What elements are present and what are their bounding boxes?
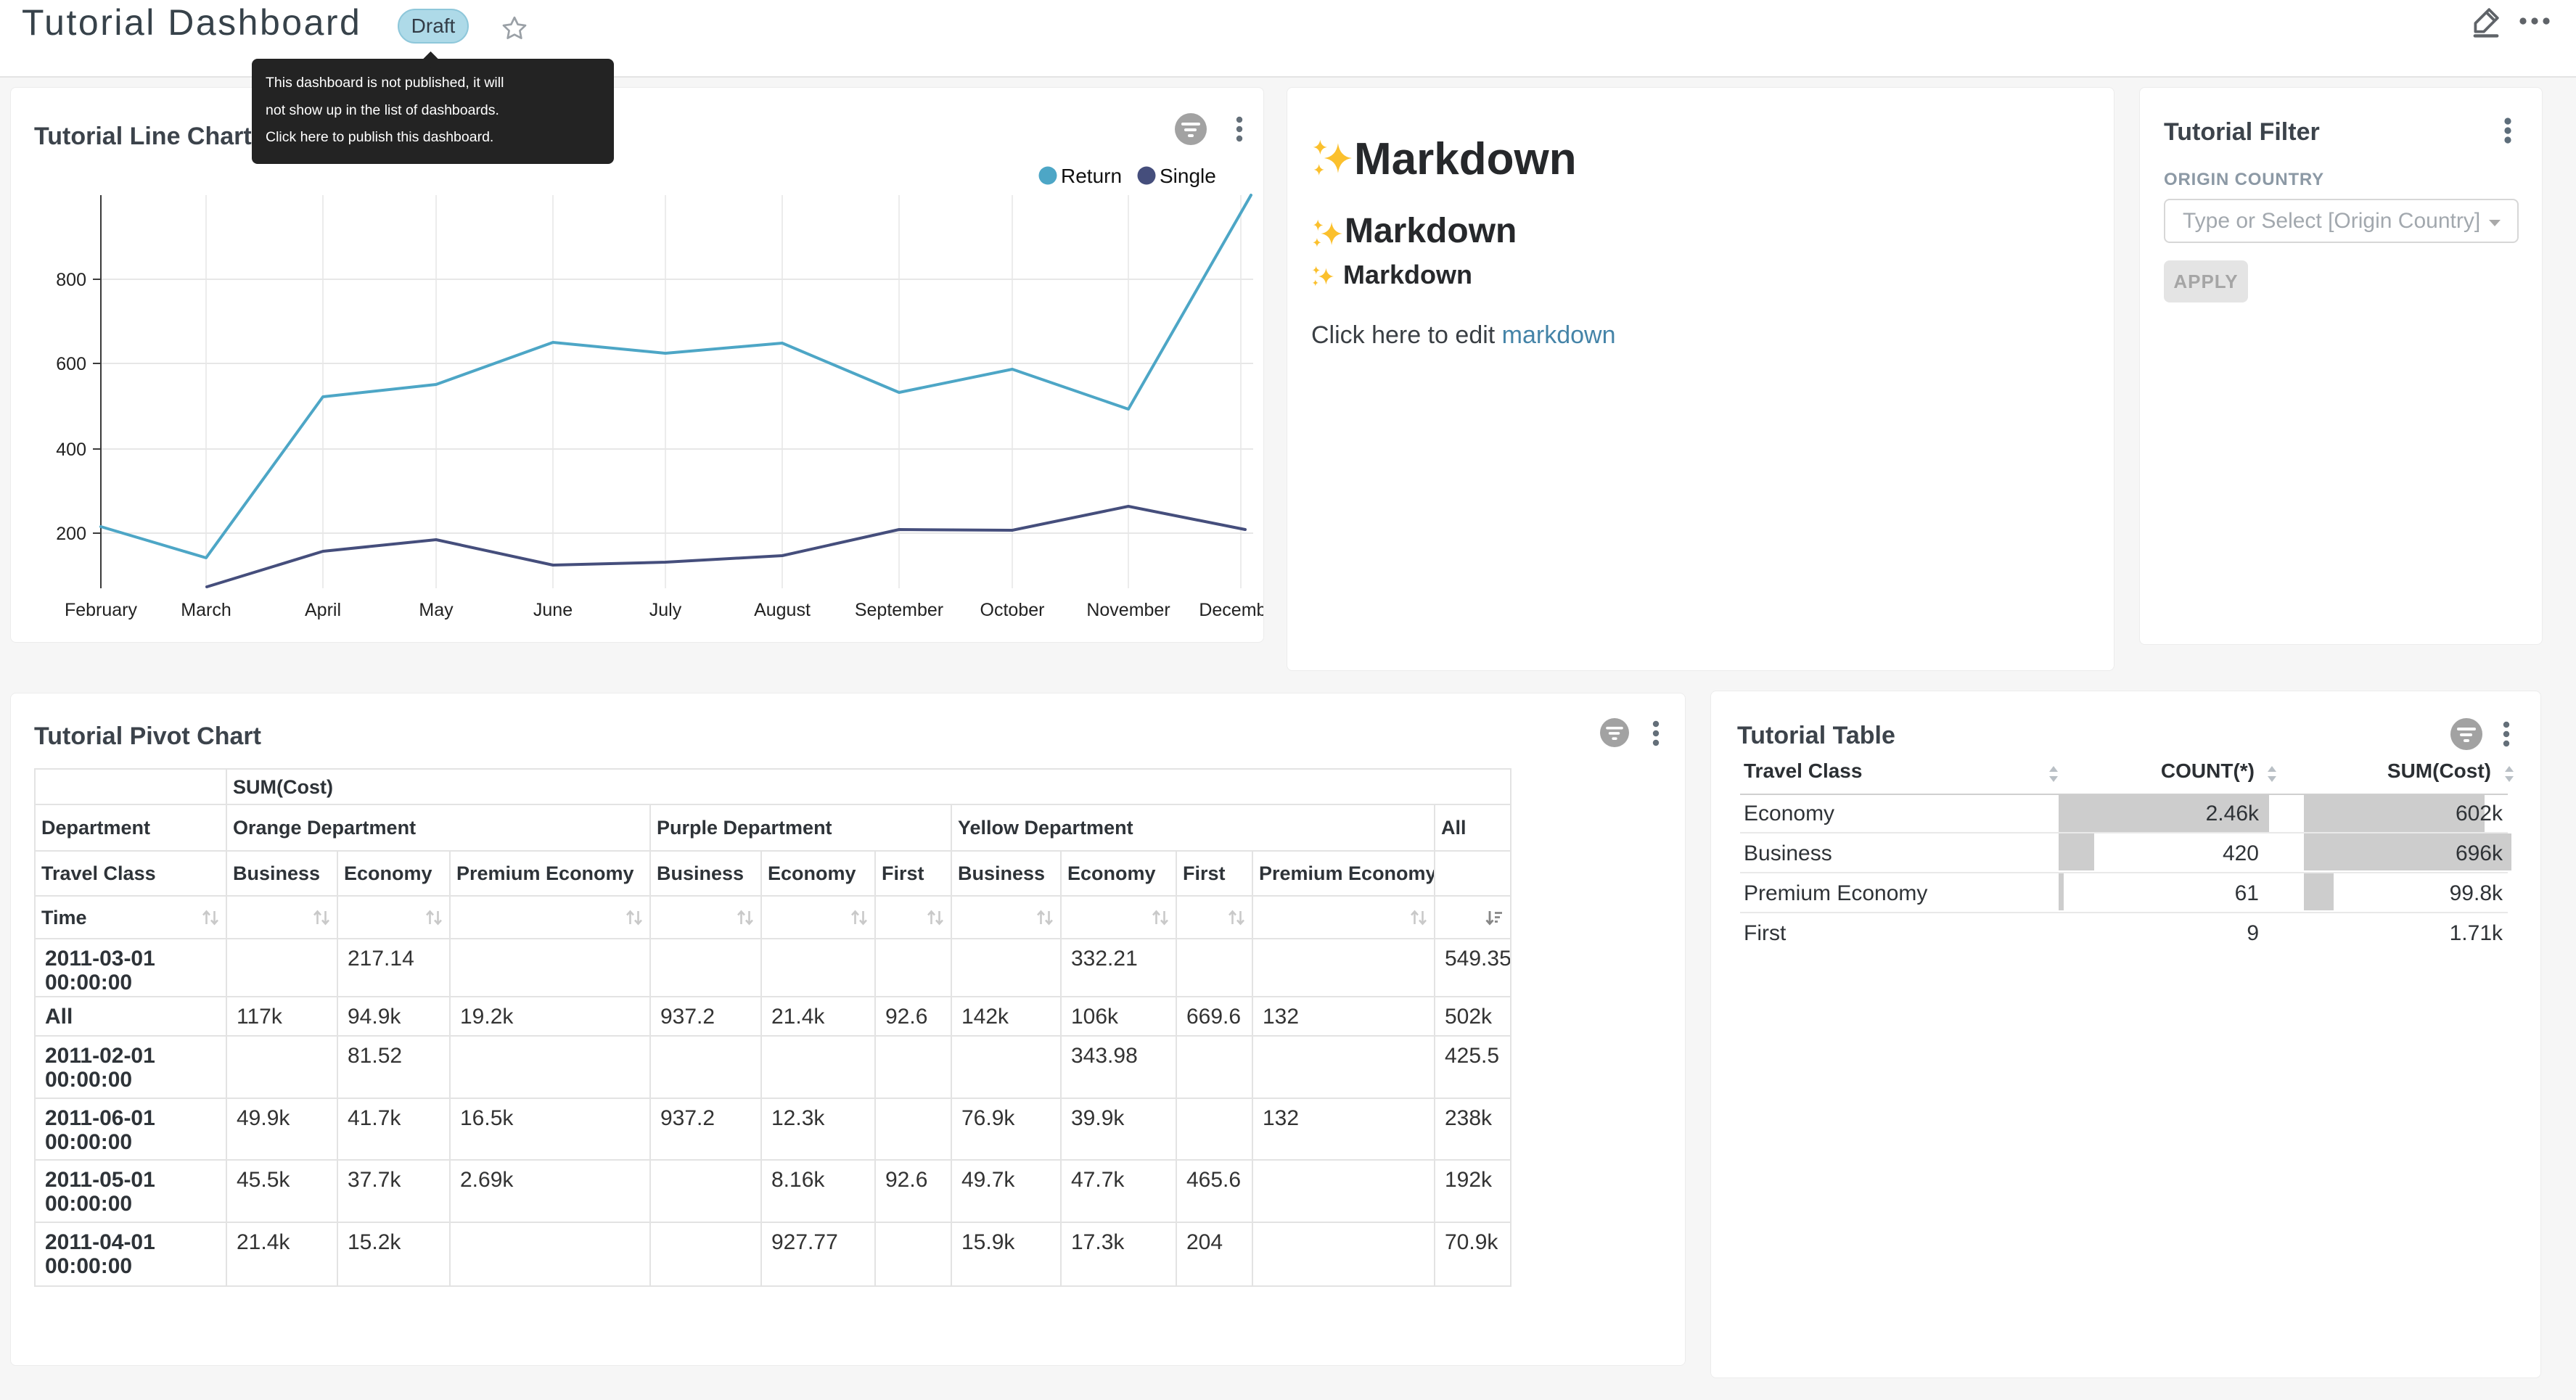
svg-text:800: 800 [56,270,86,290]
svg-text:August: August [754,600,811,620]
svg-text:200: 200 [56,524,86,544]
svg-text:Single: Single [1160,165,1216,187]
svg-text:April: April [305,600,341,620]
svg-text:March: March [181,600,231,620]
svg-text:May: May [419,600,454,620]
svg-text:September: September [855,600,943,620]
svg-text:December: December [1199,600,1264,620]
svg-text:February: February [65,600,138,620]
svg-text:October: October [980,600,1045,620]
svg-text:July: July [649,600,682,620]
svg-text:400: 400 [56,440,86,460]
svg-text:600: 600 [56,354,86,374]
svg-text:Return: Return [1061,165,1122,187]
svg-text:November: November [1086,600,1170,620]
svg-text:June: June [533,600,573,620]
